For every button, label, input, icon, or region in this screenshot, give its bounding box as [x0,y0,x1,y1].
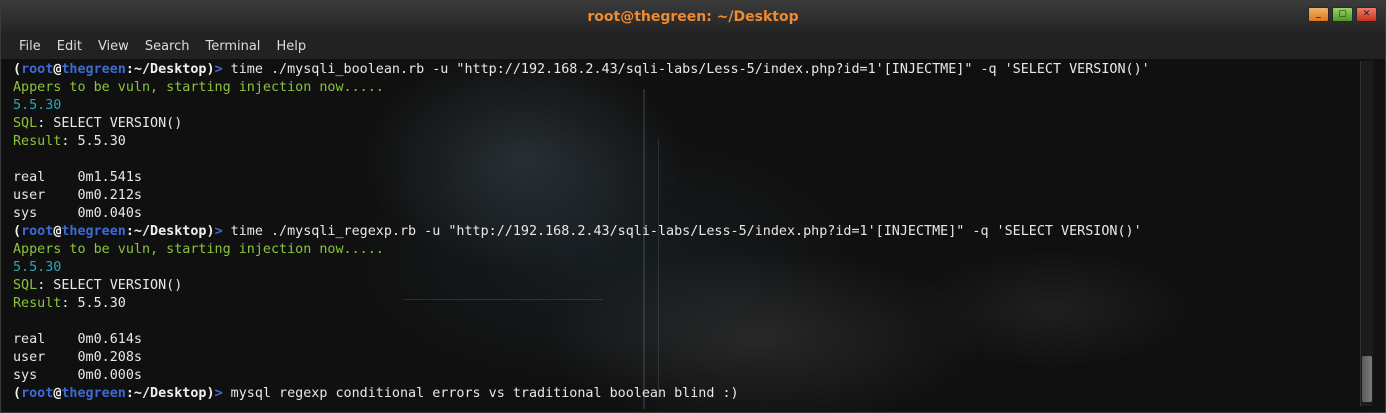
output-label: Result [13,134,62,149]
menu-edit[interactable]: Edit [49,39,90,54]
menu-file[interactable]: File [11,39,49,54]
prompt-paren: ( [13,386,22,401]
scrollbar[interactable] [1360,61,1373,406]
menu-search[interactable]: Search [137,39,198,54]
terminal-output[interactable]: (root@thegreen:~/Desktop)> time ./mysqli… [3,59,1361,411]
terminal-lines: (root@thegreen:~/Desktop)> time ./mysqli… [13,61,1150,403]
prompt-path: :~/Desktop) [125,224,215,239]
close-icon[interactable]: ✕ [1356,7,1377,22]
title-bar[interactable]: root@thegreen: ~/Desktop _ ▢ ✕ [1,1,1385,34]
prompt-arrow: > [214,386,223,401]
terminal-line: Appers to be vuln, starting injection no… [13,241,1150,259]
output-label: SQL [13,116,38,131]
output-text: real 0m1.541s [13,170,142,185]
prompt-host: thegreen [61,224,126,239]
output-text: user 0m0.212s [13,188,142,203]
prompt-user: root [21,62,54,77]
progress-output: 5.5.30 [13,260,62,275]
output-value: : SELECT VERSION() [37,116,183,131]
menu-bar: File Edit View Search Terminal Help [1,33,1385,59]
terminal-line: (root@thegreen:~/Desktop)> mysql regexp … [13,385,1150,403]
menu-view[interactable]: View [90,39,137,54]
command-text: time ./mysqli_regexp.rb -u "http://192.1… [222,224,1142,239]
prompt-path: :~/Desktop) [125,62,215,77]
terminal-line: Result: 5.5.30 [13,133,1150,151]
output-label: Result [13,296,62,311]
terminal-line: SQL: SELECT VERSION() [13,277,1150,295]
prompt-host: thegreen [61,62,126,77]
terminal-line: sys 0m0.040s [13,205,1150,223]
progress-output: 5.5.30 [13,98,62,113]
prompt-arrow: > [214,62,223,77]
output-text: real 0m0.614s [13,332,142,347]
prompt-paren: ( [13,224,22,239]
prompt-arrow: > [214,224,223,239]
terminal-line: Appers to be vuln, starting injection no… [13,79,1150,97]
output-value: : SELECT VERSION() [37,278,183,293]
output-text: sys 0m0.000s [13,368,142,383]
scrollbar-thumb[interactable] [1362,356,1372,402]
minimize-icon[interactable]: _ [1308,7,1329,22]
output-value: : 5.5.30 [61,134,126,149]
status-message: Appers to be vuln, starting injection no… [13,242,384,257]
maximize-icon[interactable]: ▢ [1332,7,1353,22]
command-text: time ./mysqli_boolean.rb -u "http://192.… [222,62,1150,77]
output-text: sys 0m0.040s [13,206,142,221]
prompt-user: root [21,224,54,239]
menu-terminal[interactable]: Terminal [197,39,268,54]
prompt-host: thegreen [61,386,126,401]
prompt-path: :~/Desktop) [125,386,215,401]
status-message: Appers to be vuln, starting injection no… [13,80,384,95]
terminal-line: user 0m0.212s [13,187,1150,205]
terminal-line: real 0m1.541s [13,169,1150,187]
menu-help[interactable]: Help [268,39,314,54]
terminal-line: (root@thegreen:~/Desktop)> time ./mysqli… [13,223,1150,241]
terminal-line: 5.5.30 [13,97,1150,115]
terminal-line: 5.5.30 [13,259,1150,277]
output-value: : 5.5.30 [61,296,126,311]
prompt-paren: ( [13,62,22,77]
terminal-line: real 0m0.614s [13,331,1150,349]
command-text: mysql regexp conditional errors vs tradi… [222,386,739,401]
terminal-window: root@thegreen: ~/Desktop _ ▢ ✕ File Edit… [0,0,1386,413]
terminal-line: Result: 5.5.30 [13,295,1150,313]
terminal-line: (root@thegreen:~/Desktop)> time ./mysqli… [13,61,1150,79]
terminal-line: user 0m0.208s [13,349,1150,367]
window-title: root@thegreen: ~/Desktop [587,9,799,25]
output-text: user 0m0.208s [13,350,142,365]
output-label: SQL [13,278,38,293]
terminal-line: SQL: SELECT VERSION() [13,115,1150,133]
window-controls: _ ▢ ✕ [1308,7,1377,22]
terminal-line: sys 0m0.000s [13,367,1150,385]
prompt-user: root [21,386,54,401]
